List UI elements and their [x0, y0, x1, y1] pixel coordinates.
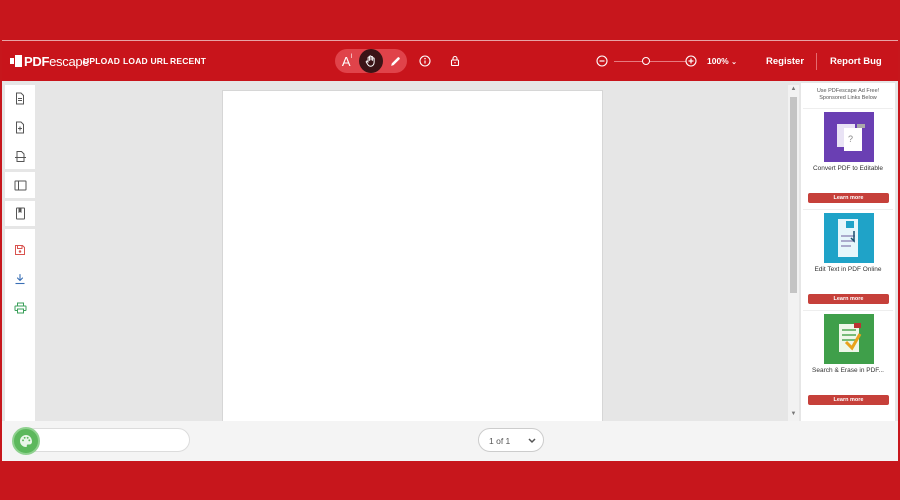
logo-mark-icon — [10, 55, 22, 67]
new-document-button[interactable] — [5, 85, 35, 111]
ad-header-line1[interactable]: Use PDFescape Ad Free! — [801, 88, 895, 95]
chevron-down-icon: ⌄ — [731, 59, 737, 66]
checklist-icon — [839, 323, 862, 352]
ad-card[interactable]: Edit Text in PDF Online Learn more — [803, 209, 893, 307]
convert-pdf-ad-image[interactable]: ? — [824, 112, 874, 162]
chevron-down-icon — [528, 438, 536, 444]
zoom-in-button[interactable] — [684, 54, 698, 68]
ad-header: Use PDFescape Ad Free! Sponsored Links B… — [801, 88, 895, 102]
text-tool-icon: A — [341, 53, 351, 69]
download-button[interactable] — [5, 266, 35, 292]
toggle-sidebar-button[interactable] — [5, 169, 35, 201]
scroll-down-arrow-icon[interactable]: ▼ — [788, 409, 799, 419]
palette-icon — [20, 435, 32, 447]
theme-palette-button[interactable] — [12, 427, 40, 455]
top-toolbar: PDFescape UPLOAD LOAD URL RECENT AI 100%… — [2, 41, 898, 81]
zoom-out-button[interactable] — [595, 54, 609, 68]
nav-load-url[interactable]: LOAD URL — [123, 56, 169, 66]
lock-icon — [450, 55, 460, 67]
report-bug-link[interactable]: Report Bug — [830, 56, 882, 67]
logo-text-bold: PDF — [24, 53, 50, 69]
zoom-out-icon — [596, 55, 608, 67]
zoom-slider-handle[interactable] — [642, 57, 651, 65]
learn-more-button[interactable]: Learn more — [808, 395, 889, 405]
text-tool-button[interactable]: AI — [335, 49, 359, 73]
learn-more-button[interactable]: Learn more — [808, 294, 889, 304]
download-icon — [15, 273, 25, 285]
info-icon — [419, 55, 431, 67]
hand-tool-button[interactable] — [359, 49, 383, 73]
info-button[interactable] — [418, 54, 432, 68]
page-selector[interactable]: 1 of 1 — [478, 428, 544, 452]
zoom-slider-track[interactable] — [614, 61, 686, 62]
page-tools-button[interactable] — [5, 143, 35, 169]
print-icon — [14, 302, 26, 314]
header-divider — [816, 53, 817, 70]
edit-text-ad-image[interactable] — [824, 213, 874, 263]
text-cursor-icon: I — [350, 54, 353, 60]
bookmarks-button[interactable] — [5, 201, 35, 229]
document-icon — [16, 92, 24, 104]
save-button[interactable] — [5, 237, 35, 263]
sidebar-panel-icon — [14, 180, 26, 190]
ad-title[interactable]: Search & Erase in PDF... — [803, 367, 893, 374]
sponsored-sidebar: Use PDFescape Ad Free! Sponsored Links B… — [801, 83, 895, 421]
save-icon — [15, 245, 25, 255]
app-window: PDFescape UPLOAD LOAD URL RECENT AI 100%… — [2, 40, 898, 461]
tool-selector: AI — [335, 49, 407, 73]
page-indicator: 1 of 1 — [489, 436, 511, 446]
ad-title[interactable]: Edit Text in PDF Online — [803, 266, 893, 273]
zoom-level-dropdown[interactable]: 100% ⌄ — [707, 56, 737, 66]
bottom-bar: 1 of 1 — [2, 421, 898, 461]
nav-upload[interactable]: UPLOAD — [83, 56, 120, 66]
ad-card[interactable]: Search & Erase in PDF... Learn more — [803, 310, 893, 408]
svg-text:?: ? — [848, 134, 853, 144]
pdfescape-logo[interactable]: PDFescape — [10, 53, 90, 69]
search-erase-ad-image[interactable] — [824, 314, 874, 364]
pdf-page[interactable] — [222, 90, 603, 425]
register-link[interactable]: Register — [766, 56, 804, 67]
bookmark-page-icon — [15, 207, 25, 220]
nav-recent[interactable]: RECENT — [170, 56, 206, 66]
left-toolbar — [5, 85, 35, 460]
ad-header-line2: Sponsored Links Below — [819, 95, 877, 101]
hand-icon — [365, 55, 375, 67]
add-page-icon — [16, 121, 24, 133]
lock-button[interactable] — [448, 54, 462, 68]
pencil-tool-button[interactable] — [383, 49, 407, 73]
learn-more-button[interactable]: Learn more — [808, 193, 889, 203]
zoom-in-icon — [685, 55, 697, 67]
scroll-up-arrow-icon[interactable]: ▲ — [788, 84, 799, 94]
zoom-level-value: 100% — [707, 56, 729, 66]
insert-page-button[interactable] — [5, 114, 35, 140]
ad-title[interactable]: Convert PDF to Editable — [803, 165, 893, 172]
scrollbar-thumb[interactable] — [790, 97, 797, 293]
ad-card[interactable]: ? Convert PDF to Editable Learn more — [803, 108, 893, 206]
page-crop-icon — [14, 150, 26, 162]
search-input[interactable] — [22, 428, 190, 452]
edit-document-icon — [838, 219, 858, 257]
print-button[interactable] — [5, 295, 35, 321]
document-stack-icon: ? — [837, 124, 865, 151]
pencil-icon — [390, 56, 400, 66]
